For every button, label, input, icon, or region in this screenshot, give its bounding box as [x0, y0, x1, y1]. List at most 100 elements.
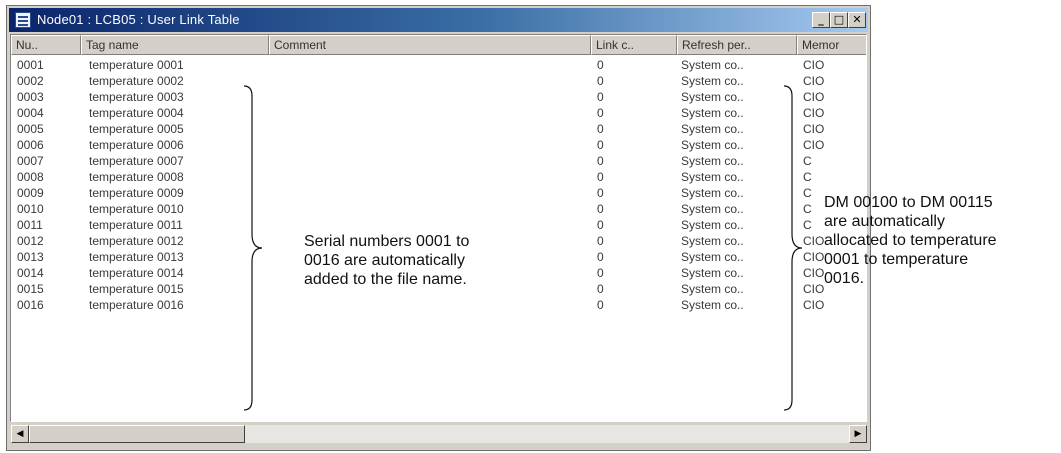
- cell-number: 0001: [17, 58, 44, 72]
- cell-link-count: 0: [597, 298, 604, 312]
- cell-link-count: 0: [597, 170, 604, 184]
- cell-link-count: 0: [597, 218, 604, 232]
- table-row[interactable]: 0004 temperature 0004 0 System co.. CIO: [11, 105, 866, 121]
- cell-tag-name: temperature 0015: [89, 282, 184, 296]
- cell-tag-name: temperature 0008: [89, 170, 184, 184]
- cell-tag-name: temperature 0013: [89, 250, 184, 264]
- table-row[interactable]: 0001 temperature 0001 0 System co.. CIO: [11, 57, 866, 73]
- cell-tag-name: temperature 0012: [89, 234, 184, 248]
- cell-refresh-period: System co..: [681, 266, 744, 280]
- cell-refresh-period: System co..: [681, 218, 744, 232]
- cell-tag-name: temperature 0009: [89, 186, 184, 200]
- cell-number: 0004: [17, 106, 44, 120]
- cell-link-count: 0: [597, 250, 604, 264]
- cell-link-count: 0: [597, 234, 604, 248]
- cell-tag-name: temperature 0006: [89, 138, 184, 152]
- table-row[interactable]: 0005 temperature 0005 0 System co.. CIO: [11, 121, 866, 137]
- column-header-link-count[interactable]: Link c..: [591, 35, 677, 55]
- cell-tag-name: temperature 0014: [89, 266, 184, 280]
- cell-tag-name: temperature 0002: [89, 74, 184, 88]
- link-table-list[interactable]: Nu.. Tag name Comment Link c.. Refresh p…: [10, 34, 867, 422]
- cell-link-count: 0: [597, 74, 604, 88]
- cell-refresh-period: System co..: [681, 202, 744, 216]
- cell-tag-name: temperature 0004: [89, 106, 184, 120]
- cell-refresh-period: System co..: [681, 58, 744, 72]
- table-icon: [15, 12, 31, 28]
- cell-number: 0006: [17, 138, 44, 152]
- column-header-comment[interactable]: Comment: [269, 35, 591, 55]
- memory-allocation-brace: [783, 85, 803, 411]
- table-header: Nu.. Tag name Comment Link c.. Refresh p…: [11, 35, 866, 55]
- table-row[interactable]: 0009 temperature 0009 0 System co.. C: [11, 185, 866, 201]
- table-row[interactable]: 0016 temperature 0016 0 System co.. CIO: [11, 297, 866, 313]
- cell-number: 0010: [17, 202, 44, 216]
- cell-number: 0016: [17, 298, 44, 312]
- cell-number: 0015: [17, 282, 44, 296]
- cell-refresh-period: System co..: [681, 106, 744, 120]
- scroll-right-arrow-icon[interactable]: ▶: [849, 425, 867, 443]
- cell-tag-name: temperature 0003: [89, 90, 184, 104]
- serial-number-brace: [243, 85, 263, 411]
- scroll-left-arrow-icon[interactable]: ◀: [11, 425, 29, 443]
- cell-refresh-period: System co..: [681, 154, 744, 168]
- serial-number-annotation: Serial numbers 0001 to 0016 are automati…: [304, 233, 470, 288]
- cell-number: 0005: [17, 122, 44, 136]
- cell-number: 0002: [17, 74, 44, 88]
- cell-refresh-period: System co..: [681, 282, 744, 296]
- cell-link-count: 0: [597, 90, 604, 104]
- cell-number: 0008: [17, 170, 44, 184]
- close-button[interactable]: ✕: [848, 12, 866, 28]
- cell-link-count: 0: [597, 154, 604, 168]
- cell-refresh-period: System co..: [681, 90, 744, 104]
- cell-tag-name: temperature 0010: [89, 202, 184, 216]
- cell-refresh-period: System co..: [681, 250, 744, 264]
- table-row[interactable]: 0008 temperature 0008 0 System co.. C: [11, 169, 866, 185]
- cell-number: 0012: [17, 234, 44, 248]
- table-row[interactable]: 0007 temperature 0007 0 System co.. C: [11, 153, 866, 169]
- dm-allocation-annotation: DM 00100 to DM 00115 are automatically a…: [824, 194, 997, 287]
- column-header-memory[interactable]: Memor: [797, 35, 866, 55]
- cell-tag-name: temperature 0005: [89, 122, 184, 136]
- minimize-button[interactable]: _: [812, 12, 830, 28]
- cell-refresh-period: System co..: [681, 74, 744, 88]
- column-header-refresh-period[interactable]: Refresh per..: [677, 35, 797, 55]
- cell-link-count: 0: [597, 202, 604, 216]
- cell-number: 0007: [17, 154, 44, 168]
- table-row[interactable]: 0011 temperature 0011 0 System co.. C: [11, 217, 866, 233]
- table-row[interactable]: 0010 temperature 0010 0 System co.. C: [11, 201, 866, 217]
- cell-link-count: 0: [597, 138, 604, 152]
- cell-link-count: 0: [597, 266, 604, 280]
- table-row[interactable]: 0002 temperature 0002 0 System co.. CIO: [11, 73, 866, 89]
- cell-refresh-period: System co..: [681, 170, 744, 184]
- cell-number: 0003: [17, 90, 44, 104]
- cell-tag-name: temperature 0001: [89, 58, 184, 72]
- cell-refresh-period: System co..: [681, 122, 744, 136]
- cell-number: 0011: [17, 218, 43, 232]
- cell-refresh-period: System co..: [681, 138, 744, 152]
- cell-memory: CIO: [803, 58, 825, 72]
- horizontal-scrollbar[interactable]: ◀ ▶: [11, 425, 867, 443]
- table-row[interactable]: 0003 temperature 0003 0 System co.. CIO: [11, 89, 866, 105]
- cell-link-count: 0: [597, 58, 604, 72]
- title-bar[interactable]: Node01 : LCB05 : User Link Table _ □ ✕: [9, 8, 868, 32]
- user-link-table-window: Node01 : LCB05 : User Link Table _ □ ✕ N…: [6, 5, 871, 451]
- cell-link-count: 0: [597, 122, 604, 136]
- cell-refresh-period: System co..: [681, 186, 744, 200]
- cell-tag-name: temperature 0011: [89, 218, 183, 232]
- cell-tag-name: temperature 0007: [89, 154, 184, 168]
- cell-refresh-period: System co..: [681, 234, 744, 248]
- column-header-number[interactable]: Nu..: [11, 35, 81, 55]
- cell-number: 0013: [17, 250, 44, 264]
- cell-link-count: 0: [597, 106, 604, 120]
- scrollbar-thumb[interactable]: [29, 425, 245, 443]
- cell-link-count: 0: [597, 282, 604, 296]
- cell-number: 0014: [17, 266, 44, 280]
- cell-refresh-period: System co..: [681, 298, 744, 312]
- window-title: Node01 : LCB05 : User Link Table: [37, 12, 240, 27]
- table-row[interactable]: 0006 temperature 0006 0 System co.. CIO: [11, 137, 866, 153]
- cell-link-count: 0: [597, 186, 604, 200]
- column-header-tag-name[interactable]: Tag name: [81, 35, 269, 55]
- cell-tag-name: temperature 0016: [89, 298, 184, 312]
- maximize-button[interactable]: □: [830, 12, 848, 28]
- cell-number: 0009: [17, 186, 44, 200]
